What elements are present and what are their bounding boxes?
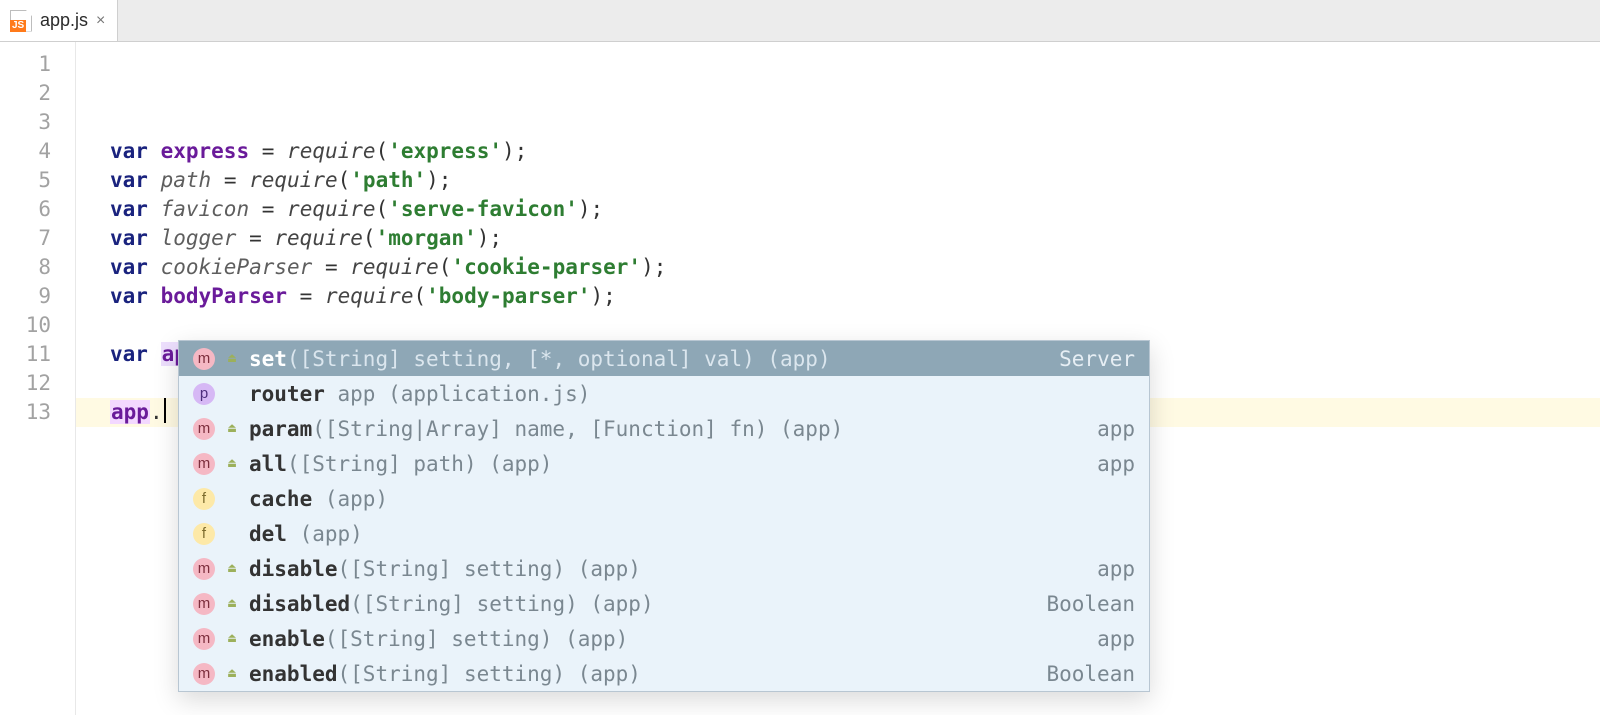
code-line[interactable]: var bodyParser = require('body-parser'); — [110, 282, 1600, 311]
autocomplete-popup[interactable]: m ⏏ set([String] setting, [*, optional] va… — [178, 340, 1150, 692]
autocomplete-return-type: app — [1087, 447, 1135, 481]
method-icon: m — [193, 593, 215, 615]
lock-icon: ⏏ — [225, 562, 239, 576]
autocomplete-item[interactable]: f⏏del (app) — [179, 516, 1149, 551]
line-number-gutter: 12345678910111213 — [0, 42, 76, 715]
field-icon: f — [193, 488, 215, 510]
line-number: 2 — [0, 79, 75, 108]
line-number: 12 — [0, 369, 75, 398]
code-line[interactable] — [110, 311, 1600, 340]
property-icon: p — [193, 383, 215, 405]
editor-tab-appjs[interactable]: JS app.js × — [0, 0, 118, 41]
autocomplete-label: set([String] setting, [*, optional] val)… — [249, 342, 1039, 376]
close-icon[interactable]: × — [96, 13, 105, 29]
autocomplete-return-type: app — [1087, 622, 1135, 656]
autocomplete-item[interactable]: f⏏cache (app) — [179, 481, 1149, 516]
line-number: 11 — [0, 340, 75, 369]
line-number: 5 — [0, 166, 75, 195]
autocomplete-item[interactable]: p⏏router app (application.js) — [179, 376, 1149, 411]
autocomplete-return-type: Boolean — [1036, 657, 1135, 691]
autocomplete-label: cache (app) — [249, 482, 1115, 516]
method-icon: m — [193, 663, 215, 685]
line-number: 7 — [0, 224, 75, 253]
lock-icon: ⏏ — [225, 667, 239, 681]
method-icon: m — [193, 418, 215, 440]
autocomplete-item[interactable]: m ⏏ all([String] path) (app) app — [179, 446, 1149, 481]
autocomplete-return-type: app — [1087, 552, 1135, 586]
autocomplete-label: disabled([String] setting) (app) — [249, 587, 1026, 621]
lock-icon: ⏏ — [225, 457, 239, 471]
tab-filename: app.js — [40, 10, 88, 31]
autocomplete-return-type: app — [1087, 412, 1135, 446]
autocomplete-label: del (app) — [249, 517, 1115, 551]
method-icon: m — [193, 558, 215, 580]
autocomplete-label: enabled([String] setting) (app) — [249, 657, 1026, 691]
line-number: 6 — [0, 195, 75, 224]
code-area[interactable]: var express = require('express');var pat… — [76, 42, 1600, 715]
line-number: 1 — [0, 50, 75, 79]
lock-icon: ⏏ — [225, 352, 239, 366]
line-number: 13 — [0, 398, 75, 427]
method-icon: m — [193, 348, 215, 370]
js-file-icon: JS — [10, 10, 32, 32]
line-number: 9 — [0, 282, 75, 311]
autocomplete-label: all([String] path) (app) — [249, 447, 1077, 481]
line-number: 3 — [0, 108, 75, 137]
line-number: 8 — [0, 253, 75, 282]
method-icon: m — [193, 453, 215, 475]
field-icon: f — [193, 523, 215, 545]
lock-icon: ⏏ — [225, 597, 239, 611]
autocomplete-label: disable([String] setting) (app) — [249, 552, 1077, 586]
lock-icon: ⏏ — [225, 422, 239, 436]
autocomplete-return-type: Boolean — [1036, 587, 1135, 621]
autocomplete-item[interactable]: m ⏏ set([String] setting, [*, optional] va… — [179, 341, 1149, 376]
autocomplete-item[interactable]: m ⏏ param([String|Array] name, [Function] … — [179, 411, 1149, 446]
autocomplete-item[interactable]: m ⏏ enabled([String] setting) (app) Boolean — [179, 656, 1149, 691]
line-number: 4 — [0, 137, 75, 166]
code-line[interactable]: var favicon = require('serve-favicon'); — [110, 195, 1600, 224]
lock-icon: ⏏ — [225, 632, 239, 646]
code-editor[interactable]: 12345678910111213 var express = require(… — [0, 42, 1600, 715]
line-number: 10 — [0, 311, 75, 340]
autocomplete-item[interactable]: m ⏏ enable([String] setting) (app) app — [179, 621, 1149, 656]
autocomplete-item[interactable]: m ⏏ disable([String] setting) (app) app — [179, 551, 1149, 586]
code-line[interactable]: var express = require('express'); — [110, 137, 1600, 166]
method-icon: m — [193, 628, 215, 650]
autocomplete-label: enable([String] setting) (app) — [249, 622, 1077, 656]
autocomplete-label: param([String|Array] name, [Function] fn… — [249, 412, 1077, 446]
code-line[interactable]: var path = require('path'); — [110, 166, 1600, 195]
editor-tabbar: JS app.js × — [0, 0, 1600, 42]
autocomplete-label: router app (application.js) — [249, 377, 1115, 411]
code-line[interactable]: var cookieParser = require('cookie-parse… — [110, 253, 1600, 282]
code-line[interactable]: var logger = require('morgan'); — [110, 224, 1600, 253]
autocomplete-return-type: Server — [1049, 342, 1135, 376]
autocomplete-item[interactable]: m ⏏ disabled([String] setting) (app) Boolea… — [179, 586, 1149, 621]
